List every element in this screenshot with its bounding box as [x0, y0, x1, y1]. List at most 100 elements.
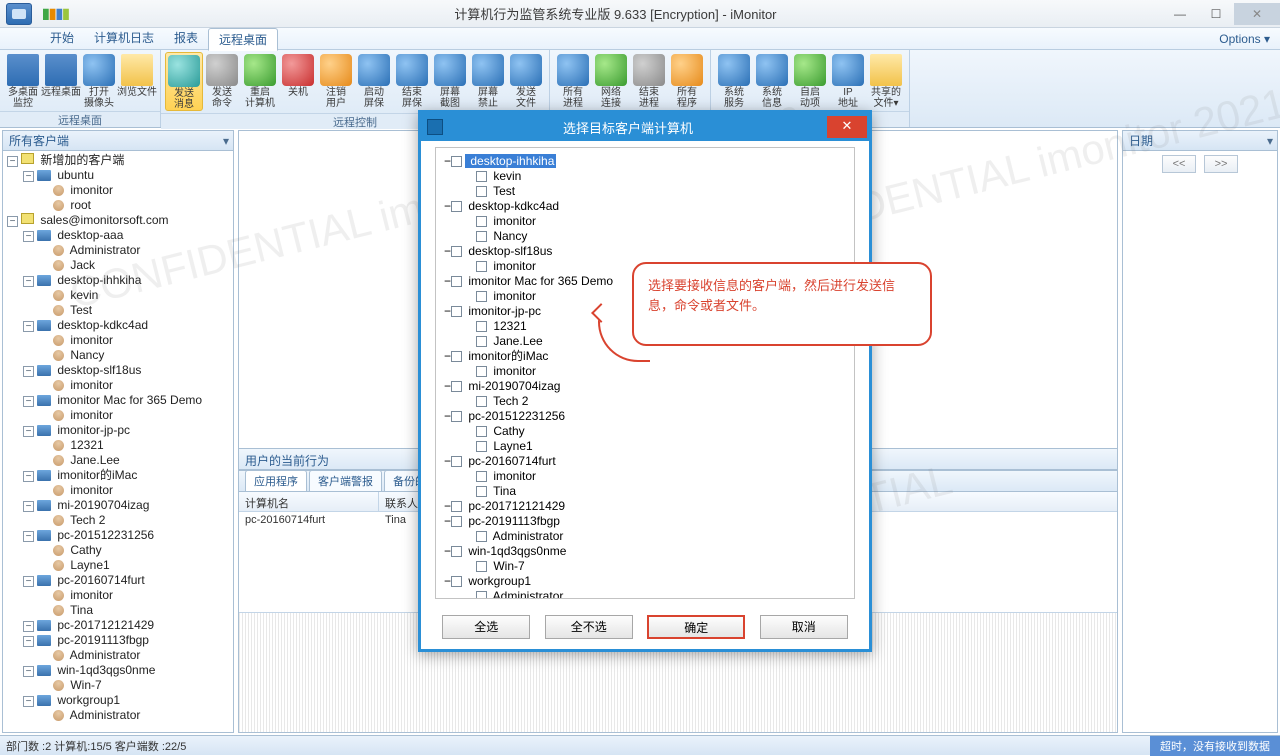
ribbon-button[interactable]: 系统 信息	[753, 52, 791, 109]
expand-toggle-icon[interactable]: −	[444, 199, 451, 213]
menu-item[interactable]: 远程桌面	[208, 28, 278, 51]
expand-toggle-icon[interactable]: −	[444, 544, 451, 558]
expand-toggle-icon[interactable]: −	[444, 454, 451, 468]
tree-node[interactable]: Layne1	[39, 558, 231, 573]
tree-node[interactable]: Layne1	[462, 439, 848, 454]
tree-node[interactable]: Jane.Lee	[39, 453, 231, 468]
tree-node[interactable]: − imonitor的iMac imonitor	[23, 468, 231, 498]
checkbox[interactable]	[476, 366, 487, 377]
tree-node[interactable]: imonitor	[39, 588, 231, 603]
checkbox[interactable]	[476, 216, 487, 227]
tree-node[interactable]: Tina	[462, 484, 848, 499]
expand-toggle-icon[interactable]: −	[23, 621, 34, 632]
tree-node[interactable]: − imonitor-jp-pc 12321 Jane.Lee	[23, 423, 231, 468]
expand-toggle-icon[interactable]: −	[23, 471, 34, 482]
expand-toggle-icon[interactable]: −	[7, 156, 18, 167]
expand-toggle-icon[interactable]: −	[23, 276, 34, 287]
expand-toggle-icon[interactable]: −	[23, 171, 34, 182]
expand-toggle-icon[interactable]: −	[23, 531, 34, 542]
tree-node[interactable]: Nancy	[462, 229, 848, 244]
ribbon-button[interactable]: 打开 摄像头	[80, 52, 118, 109]
tree-node[interactable]: − workgroup1 Administrator Stella	[444, 574, 848, 599]
ribbon-button[interactable]: 重启 计算机	[241, 52, 279, 111]
expand-toggle-icon[interactable]: −	[23, 396, 34, 407]
ribbon-button[interactable]: 屏幕 截图	[431, 52, 469, 111]
dropdown-icon[interactable]: ▾	[223, 134, 229, 148]
tree-node[interactable]: kevin	[462, 169, 848, 184]
expand-toggle-icon[interactable]: −	[444, 379, 451, 393]
checkbox[interactable]	[476, 186, 487, 197]
tree-node[interactable]: Administrator	[39, 708, 231, 723]
select-none-button[interactable]: 全不选	[545, 615, 633, 639]
dropdown-icon[interactable]: ▾	[1267, 134, 1273, 148]
ribbon-button[interactable]: 发送 命令	[203, 52, 241, 111]
expand-toggle-icon[interactable]: −	[444, 154, 451, 168]
expand-toggle-icon[interactable]: −	[23, 696, 34, 707]
behavior-tab[interactable]: 客户端警报	[309, 470, 382, 491]
tree-node[interactable]: root	[39, 198, 231, 213]
ribbon-button[interactable]: 自启 动项	[791, 52, 829, 109]
tree-node[interactable]: − desktop-ihhkiha kevin Test	[444, 154, 848, 199]
ribbon-button[interactable]: 注销 用户	[317, 52, 355, 111]
tree-node[interactable]: − mi-20190704izag Tech 2	[23, 498, 231, 528]
tree-node[interactable]: imonitor	[462, 214, 848, 229]
tree-node[interactable]: − pc-20191113fbgp Administrator	[23, 633, 231, 663]
tree-node[interactable]: − desktop-ihhkiha kevin Test	[23, 273, 231, 318]
checkbox[interactable]	[451, 501, 462, 512]
tree-node[interactable]: Tech 2	[39, 513, 231, 528]
tree-node[interactable]: imonitor	[39, 183, 231, 198]
checkbox[interactable]	[451, 276, 462, 287]
checkbox[interactable]	[451, 456, 462, 467]
checkbox[interactable]	[476, 591, 487, 599]
tree-node[interactable]: imonitor	[39, 483, 231, 498]
tree-node[interactable]: imonitor	[39, 408, 231, 423]
tree-node[interactable]: − desktop-slf18us imonitor	[23, 363, 231, 393]
close-button[interactable]: ✕	[1234, 3, 1280, 25]
checkbox[interactable]	[476, 471, 487, 482]
tree-node[interactable]: Cathy	[462, 424, 848, 439]
tree-node[interactable]: Administrator	[39, 243, 231, 258]
checkbox[interactable]	[451, 546, 462, 557]
expand-toggle-icon[interactable]: −	[23, 501, 34, 512]
checkbox[interactable]	[476, 396, 487, 407]
checkbox[interactable]	[476, 441, 487, 452]
date-next-button[interactable]: >>	[1204, 155, 1238, 173]
tree-node[interactable]: Administrator	[39, 648, 231, 663]
ribbon-button[interactable]: 系统 服务	[715, 52, 753, 109]
ribbon-button[interactable]: 所有 程序	[668, 52, 706, 109]
expand-toggle-icon[interactable]: −	[444, 499, 451, 513]
ribbon-button[interactable]: 启动 屏保	[355, 52, 393, 111]
expand-toggle-icon[interactable]: −	[444, 574, 451, 588]
ribbon-button[interactable]: 关机	[279, 52, 317, 111]
expand-toggle-icon[interactable]: −	[23, 366, 34, 377]
checkbox[interactable]	[451, 351, 462, 362]
ribbon-button[interactable]: 多桌面 监控	[4, 52, 42, 109]
tree-node[interactable]: 12321	[39, 438, 231, 453]
tree-node[interactable]: kevin	[39, 288, 231, 303]
column-header[interactable]: 计算机名	[239, 492, 379, 511]
tree-node[interactable]: − sales@imonitorsoft.com− desktop-aaa Ad…	[7, 213, 231, 723]
tree-node[interactable]: Tina	[39, 603, 231, 618]
date-prev-button[interactable]: <<	[1162, 155, 1196, 173]
ribbon-button[interactable]: 发送 文件	[507, 52, 545, 111]
tree-node[interactable]: Nancy	[39, 348, 231, 363]
checkbox[interactable]	[451, 516, 462, 527]
checkbox[interactable]	[476, 291, 487, 302]
expand-toggle-icon[interactable]: −	[444, 244, 451, 258]
tree-node[interactable]: − workgroup1 Administrator	[23, 693, 231, 723]
tree-node[interactable]: − pc-201512231256 Cathy Layne1	[444, 409, 848, 454]
expand-toggle-icon[interactable]: −	[444, 304, 451, 318]
checkbox[interactable]	[476, 231, 487, 242]
expand-toggle-icon[interactable]: −	[444, 274, 451, 288]
tree-node[interactable]: imonitor	[462, 364, 848, 379]
checkbox[interactable]	[476, 171, 487, 182]
tree-node[interactable]: imonitor	[39, 378, 231, 393]
ribbon-button[interactable]: 浏览文件	[118, 52, 156, 109]
ribbon-button[interactable]: 结束 进程	[630, 52, 668, 109]
tree-node[interactable]: − win-1qd3qgs0nme Win-7	[23, 663, 231, 693]
checkbox[interactable]	[451, 156, 462, 167]
tree-node[interactable]: − pc-20160714furt imonitor Tina	[444, 454, 848, 499]
ribbon-button[interactable]: 屏幕 禁止	[469, 52, 507, 111]
expand-toggle-icon[interactable]: −	[23, 576, 34, 587]
tree-node[interactable]: − pc-201712121429	[23, 618, 231, 633]
